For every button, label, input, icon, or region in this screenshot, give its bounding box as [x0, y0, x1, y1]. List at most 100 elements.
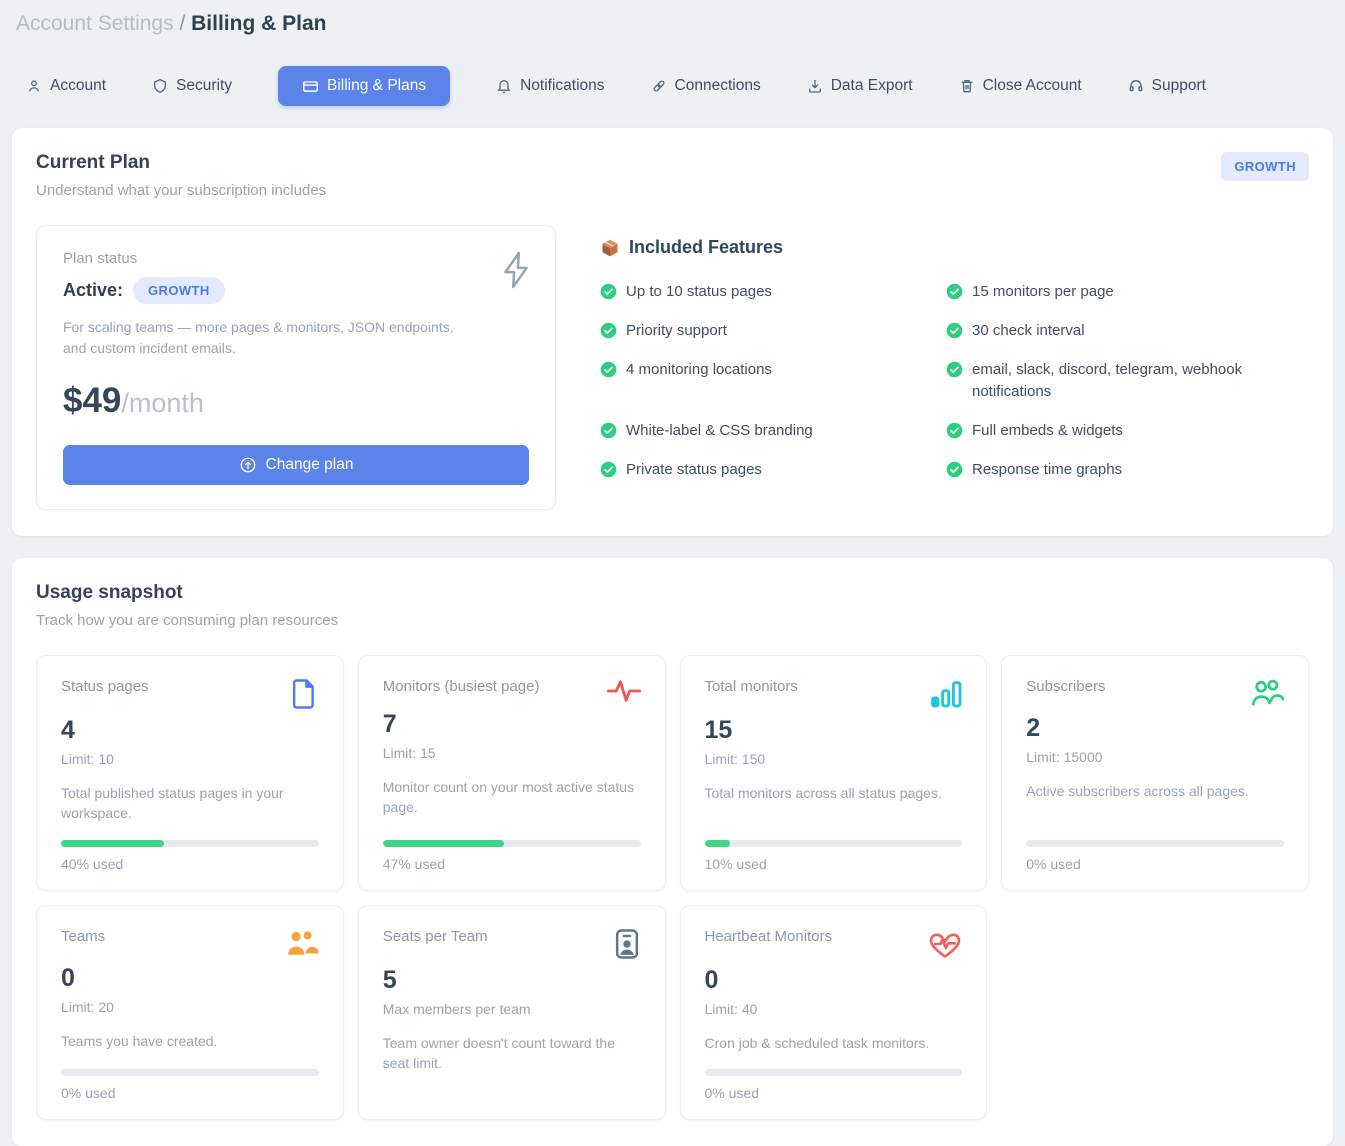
feature-label: Private status pages [626, 459, 762, 481]
usage-card-seats-per-team: Seats per Team 5 Max members per team Te… [358, 905, 666, 1120]
tab-notifications-label: Notifications [520, 77, 604, 95]
current-plan-section: Current Plan Understand what your subscr… [12, 128, 1333, 536]
usage-card-status-pages: Status pages 4 Limit: 10 Total published… [36, 655, 344, 891]
usage-snapshot-section: Usage snapshot Track how you are consumi… [12, 558, 1333, 1146]
package-icon [600, 238, 620, 258]
check-circle-icon [600, 461, 617, 478]
usage-card-value: 15 [705, 716, 963, 745]
feature-grid: Up to 10 status pages 15 monitors per pa… [600, 281, 1309, 481]
usage-card-value: 4 [61, 716, 319, 745]
document-icon [289, 678, 319, 710]
tab-billing-plans[interactable]: Billing & Plans [278, 66, 450, 106]
tab-data-export-label: Data Export [831, 77, 913, 95]
usage-card-limit: Limit: 40 [705, 1001, 963, 1017]
feature-item: Priority support [600, 320, 946, 342]
check-circle-icon [946, 322, 963, 339]
feature-item: Up to 10 status pages [600, 281, 946, 303]
progress-bar [705, 840, 963, 847]
usage-card-limit: Limit: 20 [61, 999, 319, 1015]
change-plan-label: Change plan [266, 456, 354, 474]
usage-card-teams: Teams 0 Limit: 20 Teams you have created… [36, 905, 344, 1120]
usage-card-description: Monitor count on your most active status… [383, 777, 641, 818]
feature-label: Up to 10 status pages [626, 281, 772, 303]
feature-item: email, slack, discord, telegram, webhook… [946, 359, 1309, 403]
usage-card-total-monitors: Total monitors 15 Limit: 150 Total monit… [680, 655, 988, 891]
tab-connections[interactable]: Connections [651, 77, 761, 95]
usage-card-limit: Limit: 15 [383, 745, 641, 761]
check-circle-icon [946, 461, 963, 478]
feature-label: 4 monitoring locations [626, 359, 772, 381]
settings-tab-bar: Account Security Billing & Plans Notific… [0, 66, 1345, 106]
usage-card-limit: Limit: 150 [705, 751, 963, 767]
plan-price-line: $49/month [63, 381, 529, 421]
usage-card-limit: Limit: 10 [61, 751, 319, 767]
link-icon [651, 78, 667, 94]
feature-item: Full embeds & widgets [946, 420, 1309, 442]
progress-bar [383, 840, 641, 847]
users-filled-icon [285, 928, 319, 958]
progress-label: 0% used [1026, 856, 1284, 872]
usage-card-value: 5 [383, 966, 641, 995]
usage-card-value: 2 [1026, 714, 1284, 743]
feature-item: Response time graphs [946, 459, 1309, 481]
feature-item: 15 monitors per page [946, 281, 1309, 303]
breadcrumb: Account Settings / Billing & Plan [0, 0, 1345, 36]
progress-bar-fill [383, 840, 504, 847]
heart-pulse-icon [928, 928, 962, 960]
feature-label: Full embeds & widgets [972, 420, 1123, 442]
pulse-icon [607, 678, 641, 704]
progress-bar-fill [705, 840, 731, 847]
current-plan-title: Current Plan [36, 152, 326, 174]
progress-label: 47% used [383, 856, 641, 872]
check-circle-icon [600, 283, 617, 300]
breadcrumb-section: Account Settings [16, 12, 174, 35]
trash-icon [959, 78, 975, 94]
usage-card-title: Monitors (busiest page) [383, 678, 540, 695]
feature-label: 15 monitors per page [972, 281, 1114, 303]
included-features: Included Features Up to 10 status pages … [600, 225, 1309, 510]
change-plan-button[interactable]: Change plan [63, 445, 529, 485]
usage-card-description: Cron job & scheduled task monitors. [705, 1033, 963, 1053]
usage-card-title: Subscribers [1026, 678, 1105, 695]
shield-icon [152, 78, 168, 94]
progress-label: 0% used [705, 1085, 963, 1101]
feature-item: 30 check interval [946, 320, 1309, 342]
feature-label: Priority support [626, 320, 727, 342]
usage-card-subscribers: Subscribers 2 Limit: 15000 Active subscr… [1001, 655, 1309, 891]
users-outline-icon [1250, 678, 1284, 708]
plan-status-label: Plan status [63, 250, 529, 267]
id-badge-icon [613, 928, 641, 960]
usage-card-description: Active subscribers across all pages. [1026, 781, 1284, 801]
feature-label: email, slack, discord, telegram, webhook… [972, 359, 1302, 403]
tab-support-label: Support [1152, 77, 1206, 95]
usage-grid: Status pages 4 Limit: 10 Total published… [36, 655, 1309, 1120]
check-circle-icon [946, 361, 963, 378]
tab-security[interactable]: Security [152, 77, 232, 95]
usage-card-title: Teams [61, 928, 105, 945]
tab-close-account[interactable]: Close Account [959, 77, 1082, 95]
download-icon [807, 78, 823, 94]
progress-bar [61, 840, 319, 847]
progress-label: 0% used [61, 1085, 319, 1101]
usage-card-description: Total monitors across all status pages. [705, 783, 963, 803]
tab-connections-label: Connections [675, 77, 761, 95]
progress-bar-fill [61, 840, 164, 847]
progress-bar [705, 1069, 963, 1076]
check-circle-icon [600, 361, 617, 378]
tab-data-export[interactable]: Data Export [807, 77, 913, 95]
feature-label: 30 check interval [972, 320, 1085, 342]
tab-account[interactable]: Account [26, 77, 106, 95]
usage-card-title: Status pages [61, 678, 149, 695]
usage-card-value: 7 [383, 710, 641, 739]
usage-card-description: Total published status pages in your wor… [61, 783, 319, 824]
check-circle-icon [600, 322, 617, 339]
progress-bar [1026, 840, 1284, 847]
plan-status-badge: GROWTH [133, 277, 225, 304]
feature-item: 4 monitoring locations [600, 359, 946, 403]
bar-chart-icon [930, 678, 962, 710]
tab-notifications[interactable]: Notifications [496, 77, 604, 95]
check-circle-icon [946, 283, 963, 300]
tab-support[interactable]: Support [1128, 77, 1206, 95]
usage-card-title: Total monitors [705, 678, 798, 695]
plan-price: $49 [63, 381, 121, 420]
